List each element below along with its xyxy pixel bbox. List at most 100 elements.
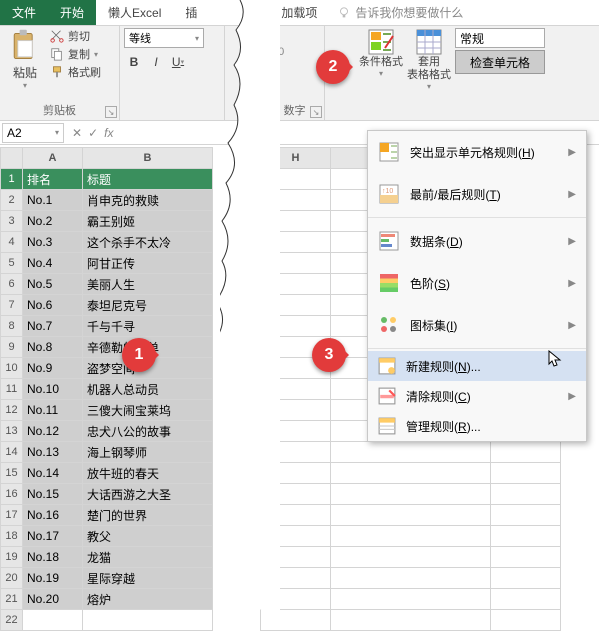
cell-rank[interactable]: No.6 (23, 295, 83, 316)
cell-A1[interactable]: 排名 (23, 169, 83, 190)
row-header[interactable]: 20 (1, 568, 23, 589)
cell-title[interactable]: 泰坦尼克号 (83, 295, 213, 316)
cell-rank[interactable]: No.12 (23, 421, 83, 442)
row-header[interactable]: 4 (1, 232, 23, 253)
cf-highlight-cells[interactable]: 突出显示单元格规则(H) ▶ (368, 131, 586, 173)
copy-button[interactable]: 复制▾ (50, 46, 101, 62)
cell-B1[interactable]: 标题 (83, 169, 213, 190)
cancel-icon[interactable]: ✕ (72, 126, 82, 140)
cell-rank[interactable]: No.5 (23, 274, 83, 295)
underline-button[interactable]: U▾ (168, 52, 188, 72)
cell-title[interactable]: 楚门的世界 (83, 505, 213, 526)
cell-rank[interactable]: No.16 (23, 505, 83, 526)
format-painter-button[interactable]: 格式刷 (50, 64, 101, 80)
name-box[interactable]: A2▾ (2, 123, 64, 143)
cell-title[interactable]: 三傻大闹宝莱坞 (83, 400, 213, 421)
number-launcher[interactable]: ↘ (310, 106, 322, 118)
row-header[interactable]: 9 (1, 337, 23, 358)
tab-insert-truncated[interactable]: 插 (173, 0, 209, 25)
format-as-table-button[interactable]: 套用 表格格式 ▾ (407, 28, 451, 92)
tell-me-box[interactable]: 告诉我你想要做什么 (329, 0, 471, 25)
enter-icon[interactable]: ✓ (88, 126, 98, 140)
row-header[interactable]: 17 (1, 505, 23, 526)
cell-style-normal[interactable]: 常规 (455, 28, 545, 48)
row-header[interactable]: 14 (1, 442, 23, 463)
cell-title[interactable]: 机器人总动员 (83, 379, 213, 400)
cell-title[interactable]: 龙猫 (83, 547, 213, 568)
italic-button[interactable]: I (146, 52, 166, 72)
col-header-B[interactable]: B (83, 148, 213, 169)
row-header[interactable]: 8 (1, 316, 23, 337)
cell-rank[interactable]: No.8 (23, 337, 83, 358)
cell-rank[interactable]: No.18 (23, 547, 83, 568)
cell-title[interactable]: 放牛班的春天 (83, 463, 213, 484)
cell-title[interactable]: 千与千寻 (83, 316, 213, 337)
cell-title[interactable]: 教父 (83, 526, 213, 547)
row-header[interactable]: 16 (1, 484, 23, 505)
cut-button[interactable]: 剪切 (50, 28, 101, 44)
paste-button[interactable]: 粘贴 ▾ (4, 28, 46, 90)
tab-addins[interactable]: 加载项 (269, 0, 329, 25)
row-header[interactable]: 5 (1, 253, 23, 274)
cell-rank[interactable]: No.20 (23, 589, 83, 610)
row-header[interactable]: 18 (1, 526, 23, 547)
row-header[interactable]: 21 (1, 589, 23, 610)
font-name-select[interactable]: 等线▾ (124, 28, 204, 48)
chevron-right-icon: ▶ (568, 320, 576, 331)
row-header[interactable]: 6 (1, 274, 23, 295)
callout-badge-1: 1 (122, 338, 156, 372)
chevron-right-icon: ▶ (568, 189, 576, 200)
tab-home[interactable]: 开始 (48, 0, 96, 25)
cell-rank[interactable]: No.19 (23, 568, 83, 589)
row-header[interactable]: 12 (1, 400, 23, 421)
fx-icon[interactable]: fx (104, 126, 113, 140)
cell-title[interactable]: 这个杀手不太冷 (83, 232, 213, 253)
cell-style-check[interactable]: 检查单元格 (455, 50, 545, 74)
cell-rank[interactable]: No.9 (23, 358, 83, 379)
cell-title[interactable]: 美丽人生 (83, 274, 213, 295)
cell-title[interactable]: 阿甘正传 (83, 253, 213, 274)
worksheet-left[interactable]: AB 1 排名标题 2No.1肖申克的救赎 3No.2霸王别姬 4No.3这个杀手不太… (0, 147, 213, 631)
cell-rank[interactable]: No.2 (23, 211, 83, 232)
row-header[interactable]: 3 (1, 211, 23, 232)
row-header[interactable]: 2 (1, 190, 23, 211)
cell-rank[interactable]: No.17 (23, 526, 83, 547)
row-header[interactable]: 19 (1, 547, 23, 568)
bold-button[interactable]: B (124, 52, 144, 72)
cell-title[interactable]: 忠犬八公的故事 (83, 421, 213, 442)
cell-rank[interactable]: No.3 (23, 232, 83, 253)
cell-rank[interactable]: No.10 (23, 379, 83, 400)
cell-title[interactable]: 星际穿越 (83, 568, 213, 589)
cf-manage-rules[interactable]: 管理规则(R)... (368, 411, 586, 441)
cf-data-bars[interactable]: 数据条(D) ▶ (368, 220, 586, 262)
cf-top-bottom[interactable]: ↑10最前/最后规则(T) ▶ (368, 173, 586, 215)
cell-rank[interactable]: No.15 (23, 484, 83, 505)
col-header-H[interactable]: H (261, 148, 331, 169)
cf-clear-rules[interactable]: 清除规则(C) ▶ (368, 381, 586, 411)
cell-title[interactable]: 熔炉 (83, 589, 213, 610)
group-font: 等线▾ B I U▾ (120, 26, 225, 120)
clipboard-launcher[interactable]: ↘ (105, 106, 117, 118)
row-header[interactable]: 7 (1, 295, 23, 316)
row-header[interactable]: 11 (1, 379, 23, 400)
tab-lazy-excel[interactable]: 懒人Excel (96, 0, 173, 25)
cell-rank[interactable]: No.4 (23, 253, 83, 274)
row-header[interactable]: 10 (1, 358, 23, 379)
cell-rank[interactable]: No.11 (23, 400, 83, 421)
cf-icon-sets[interactable]: 图标集(I) ▶ (368, 304, 586, 346)
conditional-format-button[interactable]: 条件格式 ▾ (359, 28, 403, 92)
select-all-corner[interactable] (1, 148, 23, 169)
cell-rank[interactable]: No.14 (23, 463, 83, 484)
cell-title[interactable]: 大话西游之大圣 (83, 484, 213, 505)
row-header[interactable]: 13 (1, 421, 23, 442)
cell-rank[interactable]: No.7 (23, 316, 83, 337)
cell-title[interactable]: 海上钢琴师 (83, 442, 213, 463)
row-header[interactable]: 15 (1, 463, 23, 484)
cell-rank[interactable]: No.1 (23, 190, 83, 211)
col-header-A[interactable]: A (23, 148, 83, 169)
cell-title[interactable]: 霸王别姬 (83, 211, 213, 232)
cell-title[interactable]: 肖申克的救赎 (83, 190, 213, 211)
cell-rank[interactable]: No.13 (23, 442, 83, 463)
cf-color-scales[interactable]: 色阶(S) ▶ (368, 262, 586, 304)
tab-file[interactable]: 文件 (0, 0, 48, 25)
